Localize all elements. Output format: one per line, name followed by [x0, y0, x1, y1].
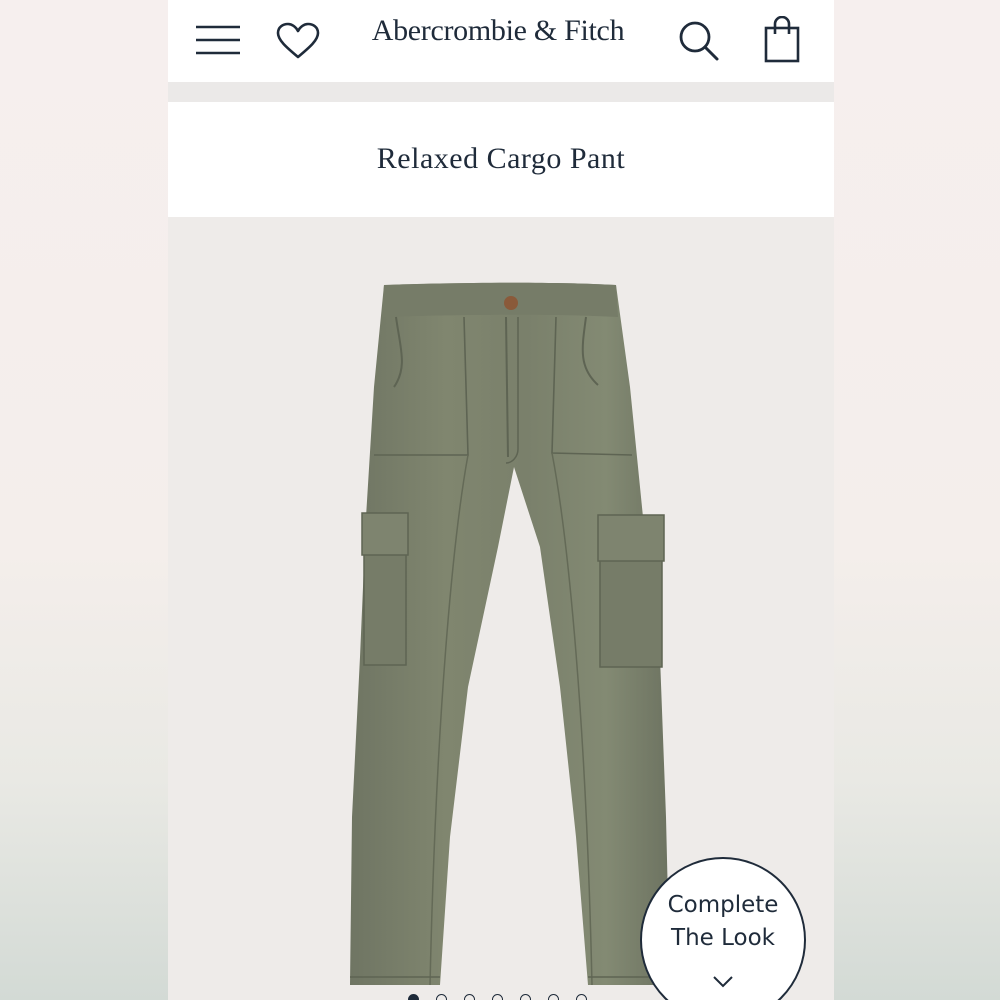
- shopping-bag-icon[interactable]: [764, 16, 800, 64]
- carousel-dot[interactable]: [408, 994, 419, 1000]
- carousel-dot[interactable]: [548, 994, 559, 1000]
- product-title: Relaxed Cargo Pant: [376, 142, 626, 175]
- mobile-page: Abercrombie & Fitch Relaxed Cargo Pant C…: [168, 0, 834, 1000]
- product-title-bar: Relaxed Cargo Pant: [168, 102, 834, 217]
- complete-the-look-line1: Complete: [667, 892, 779, 918]
- divider-strip: [168, 82, 834, 102]
- brand-logo[interactable]: Abercrombie & Fitch: [348, 14, 648, 48]
- carousel-dot[interactable]: [464, 994, 475, 1000]
- background-right: [834, 0, 1000, 1000]
- search-icon[interactable]: [678, 20, 720, 62]
- hamburger-menu-icon[interactable]: [196, 24, 240, 56]
- complete-the-look-line2: The Look: [671, 925, 775, 951]
- chevron-down-icon: [713, 976, 733, 988]
- carousel-dot[interactable]: [576, 994, 587, 1000]
- carousel-dot[interactable]: [520, 994, 531, 1000]
- carousel-dot[interactable]: [436, 994, 447, 1000]
- heart-icon[interactable]: [276, 22, 320, 60]
- background-left: [0, 0, 168, 1000]
- complete-the-look-label: Complete The Look: [642, 889, 804, 955]
- carousel-dot[interactable]: [492, 994, 503, 1000]
- top-navigation-bar: Abercrombie & Fitch: [168, 0, 834, 82]
